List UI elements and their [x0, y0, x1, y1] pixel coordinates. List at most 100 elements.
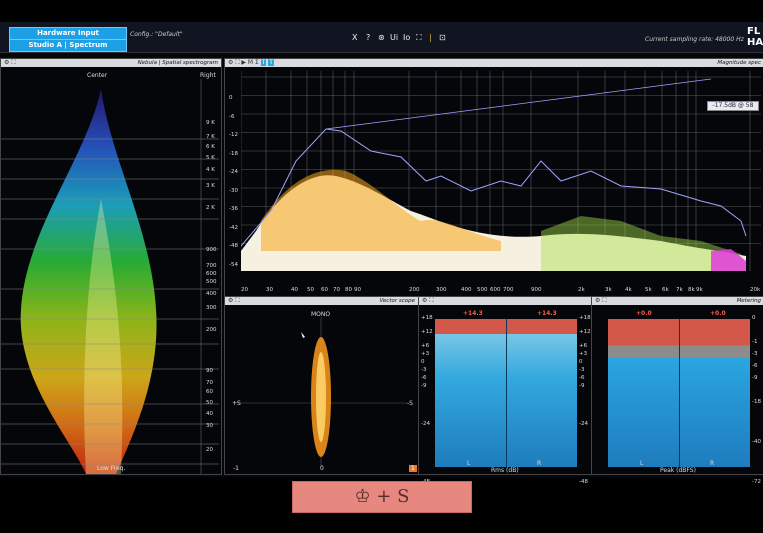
- nebula-freq-tick: 5 K: [206, 155, 215, 161]
- rms-tick: -9: [579, 383, 585, 389]
- brand-logo: FL HA: [747, 26, 763, 48]
- magnitude-y-tick: -54: [229, 261, 238, 268]
- center-label: Center: [87, 72, 108, 79]
- magnitude-x-tick: 6k: [662, 287, 669, 293]
- magnitude-y-tick: -42: [229, 224, 238, 231]
- rms-tick: -6: [579, 375, 585, 381]
- peak-tick: -18: [752, 399, 761, 405]
- monitor-screen: Hardware Input Studio A | Spectrum Confi…: [0, 22, 763, 485]
- panel-settings-icon[interactable]: ⚙ ⛶: [422, 297, 434, 305]
- vs-tick-left: -1: [233, 465, 239, 472]
- ui-icon[interactable]: Ui: [390, 33, 398, 42]
- peak-ch-right: R: [710, 460, 715, 467]
- vs-tick-center: 0: [320, 465, 324, 472]
- rms-tick: -24: [579, 421, 588, 427]
- right-label: Right: [200, 72, 216, 79]
- magnitude-x-tick: 500: [477, 287, 488, 293]
- magnitude-header: ⚙ ⛶ ▶ M Σ T T Magnitude spec: [225, 59, 763, 67]
- separator-icon: |: [429, 33, 432, 42]
- peak-unit-label: Peak (dBFS): [660, 467, 696, 474]
- rms-tick: -24: [421, 421, 430, 427]
- magnitude-x-tick: 300: [436, 287, 447, 293]
- magnitude-x-tick: 70: [333, 287, 340, 293]
- low-freq-label: Low Freq.: [97, 465, 126, 472]
- config-label[interactable]: Config.: "Default": [130, 31, 183, 38]
- panel-settings-icon[interactable]: ⚙ ⛶: [228, 297, 240, 305]
- magnitude-readout: -17.5dB @ 58: [707, 101, 759, 111]
- rms-tick: -9: [421, 383, 427, 389]
- magnitude-x-tick: 80: [345, 287, 352, 293]
- peak-value-left: +0.0: [636, 310, 652, 317]
- nebula-freq-tick: 700: [206, 263, 217, 269]
- peak-tick: -3: [752, 351, 758, 357]
- nebula-freq-tick: 400: [206, 291, 217, 297]
- help-icon[interactable]: ?: [366, 33, 370, 42]
- rms-tick: +18: [579, 315, 591, 321]
- magnitude-x-tick: 90: [354, 287, 361, 293]
- rms-tick: +6: [421, 343, 430, 349]
- magnitude-x-tick: 2k: [578, 287, 585, 293]
- magnitude-x-tick: 3k: [605, 287, 612, 293]
- window-icon[interactable]: ⊡: [439, 33, 446, 42]
- nebula-freq-tick: 900: [206, 247, 217, 253]
- magnitude-y-tick: -18: [229, 150, 238, 157]
- peak-tick: -6: [752, 363, 758, 369]
- magnitude-x-tick: 7k: [676, 287, 683, 293]
- magnitude-x-tick: 9k: [696, 287, 703, 293]
- peak-tick: -72: [752, 479, 761, 485]
- rms-tick: -3: [421, 367, 427, 373]
- vectorscope-panel: ⚙ ⛶ Vector scope MONO +S -S -1 0 1: [224, 296, 419, 475]
- vs-tick-right: 1: [409, 465, 417, 472]
- nebula-freq-tick: 50: [206, 400, 213, 406]
- peak-tick: -40: [752, 439, 761, 445]
- nebula-freq-tick: 300: [206, 305, 217, 311]
- rms-ch-right: R: [537, 460, 542, 467]
- rms-tick: -48: [579, 479, 588, 485]
- settings-icon[interactable]: ⊛: [378, 33, 385, 42]
- nebula-freq-tick: 9 K: [206, 120, 215, 126]
- magnitude-x-tick: 700: [503, 287, 514, 293]
- rms-ch-left: L: [467, 460, 471, 467]
- magnitude-x-tick: 20k: [750, 287, 761, 293]
- sampling-rate-label: Current sampling rate: 48000 Hz: [645, 36, 744, 43]
- nebula-freq-tick: 600: [206, 271, 217, 277]
- rms-tick: -6: [421, 375, 427, 381]
- nebula-freq-tick: 500: [206, 279, 217, 285]
- magnitude-x-tick: 60: [321, 287, 328, 293]
- peak-bars: [608, 319, 750, 467]
- peak-tick: -1: [752, 339, 758, 345]
- rms-header: ⚙ ⛶: [419, 297, 591, 305]
- nebula-freq-tick: 2 K: [206, 205, 215, 211]
- magnitude-x-tick: 200: [409, 287, 420, 293]
- minus-s-label: -S: [407, 400, 413, 407]
- peak-panel: ⚙ ⛶ Metering +0.0 +0.0 L R Peak (dBFS) 0 -…: [591, 296, 763, 485]
- peak-header: ⚙ ⛶ Metering: [592, 297, 763, 305]
- nebula-freq-tick: 7 K: [206, 134, 215, 140]
- magnitude-y-tick: -48: [229, 243, 238, 249]
- rms-tick: +3: [579, 351, 588, 357]
- rms-tick: +3: [421, 351, 430, 357]
- nebula-freq-tick: 20: [206, 447, 213, 453]
- rms-tick: 0: [579, 359, 583, 365]
- rms-bars: [435, 319, 577, 467]
- nebula-freq-tick: 90: [206, 368, 213, 374]
- magnitude-x-tick: 40: [291, 287, 298, 293]
- magnitude-y-tick: -36: [229, 206, 238, 212]
- fullscreen-icon[interactable]: ⛶: [416, 33, 422, 43]
- peak-value-right: +0.0: [710, 310, 726, 317]
- magnitude-plot: [241, 71, 761, 271]
- peak-tick: 0: [752, 315, 756, 321]
- rms-unit-label: Rms (dB): [491, 467, 519, 474]
- nebula-header: ⚙ ⛶ Nebula | Spatial spectrogram: [1, 59, 221, 67]
- nebula-panel: ⚙ ⛶ Nebula | Spatial spectrogram Center R…: [0, 58, 222, 475]
- magnitude-y-tick: 0: [229, 95, 233, 101]
- io-icon[interactable]: Io: [403, 33, 410, 42]
- close-icon[interactable]: X: [352, 33, 357, 42]
- magnitude-toolbar-icons[interactable]: ⚙ ⛶ ▶ M Σ T T: [228, 59, 274, 67]
- rms-tick: +12: [579, 329, 591, 335]
- panel-settings-icon[interactable]: ⚙ ⛶: [595, 297, 607, 305]
- nebula-freq-tick: 70: [206, 380, 213, 386]
- studio-spectrum-button[interactable]: Studio A | Spectrum: [9, 39, 127, 52]
- panel-settings-icon[interactable]: ⚙ ⛶: [4, 59, 16, 67]
- magnitude-panel: ⚙ ⛶ ▶ M Σ T T Magnitude spec -17.5dB @ 5…: [224, 58, 763, 298]
